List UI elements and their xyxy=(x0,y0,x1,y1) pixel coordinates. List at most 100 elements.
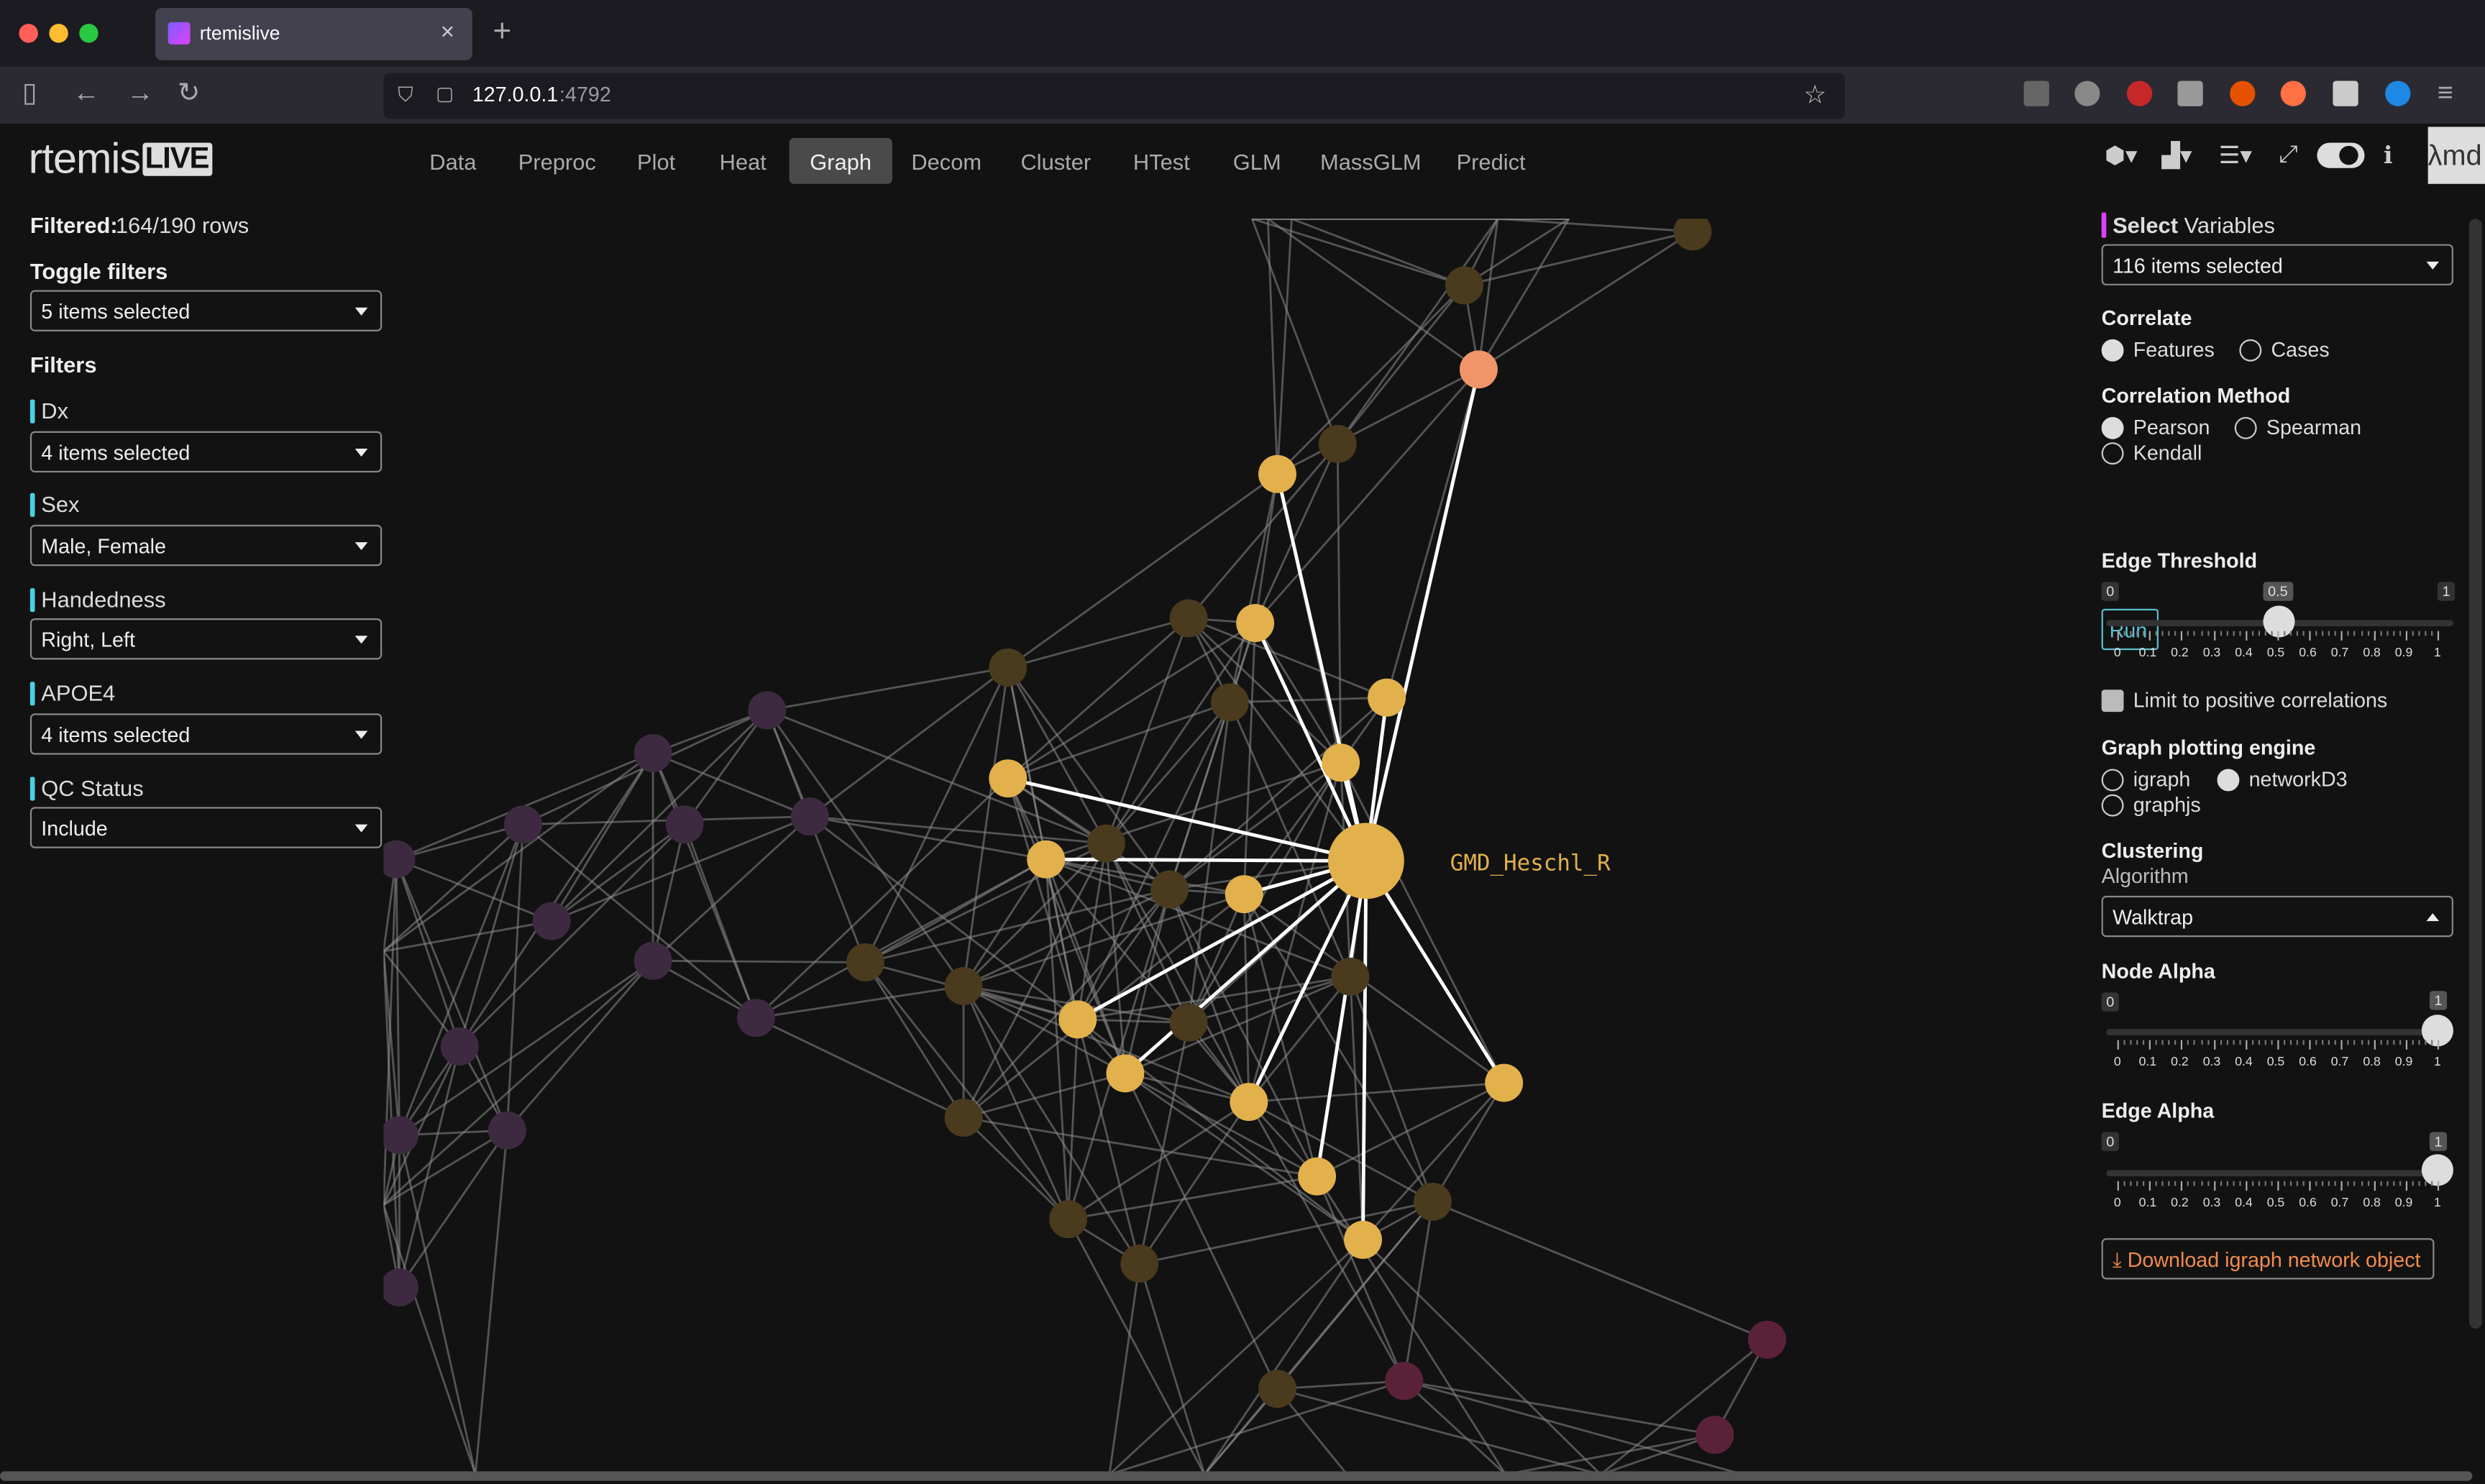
extension-globe-icon[interactable] xyxy=(2074,81,2100,106)
graph-node[interactable] xyxy=(1120,1245,1159,1283)
graph-node[interactable] xyxy=(1318,424,1357,463)
graph-node[interactable] xyxy=(665,805,704,844)
graph-node[interactable] xyxy=(1236,604,1275,643)
limit-positive-checkbox[interactable] xyxy=(2101,690,2124,713)
graph-node[interactable] xyxy=(440,1027,479,1066)
theme-toggle[interactable] xyxy=(2317,142,2365,168)
radio-graphjs[interactable] xyxy=(2101,794,2124,817)
graph-node[interactable] xyxy=(1027,840,1066,879)
graph-node[interactable] xyxy=(944,967,983,1006)
radio-networkd3[interactable] xyxy=(2217,769,2240,792)
nav-tab-heat[interactable]: Heat xyxy=(699,138,787,184)
graph-node[interactable] xyxy=(488,1111,526,1150)
bookmark-star-icon[interactable]: ☆ xyxy=(1803,79,1826,111)
close-tab-icon[interactable]: × xyxy=(441,19,454,45)
graph-node[interactable] xyxy=(1322,743,1360,782)
back-icon[interactable]: ← xyxy=(73,78,99,108)
graph-node[interactable] xyxy=(846,943,884,981)
graph-node[interactable] xyxy=(1258,454,1296,493)
graph-node[interactable] xyxy=(736,999,775,1038)
graph-node[interactable] xyxy=(633,733,672,772)
select-variables-dropdown[interactable]: 116 items selected xyxy=(2101,244,2453,285)
nav-tab-htest[interactable]: HTest xyxy=(1112,138,1210,184)
algorithm-select[interactable]: Walktrap xyxy=(2101,895,2453,938)
graph-node[interactable] xyxy=(503,805,542,844)
graph-node[interactable] xyxy=(1298,1157,1337,1196)
wrench-icon[interactable] xyxy=(2023,81,2049,106)
extension-grid-icon[interactable] xyxy=(2177,81,2203,106)
graph-node[interactable] xyxy=(1344,1220,1382,1259)
browser-tab[interactable]: rtemislive × xyxy=(155,8,472,60)
graph-node[interactable] xyxy=(790,797,829,836)
address-bar[interactable]: ⛉ ▢ 127.0.0.1 :4792 ☆ xyxy=(383,73,1845,119)
graph-node[interactable] xyxy=(1673,219,1712,251)
nav-tab-glm[interactable]: GLM xyxy=(1212,138,1301,184)
graph-node[interactable] xyxy=(1049,1200,1088,1239)
extension-blue-icon[interactable] xyxy=(2385,81,2411,106)
graph-node[interactable] xyxy=(748,691,787,730)
graph-node[interactable] xyxy=(1459,350,1498,389)
radio-kendall[interactable] xyxy=(2101,442,2124,465)
radio-spearman[interactable] xyxy=(2234,416,2257,439)
nav-tab-data[interactable]: Data xyxy=(409,138,497,184)
graph-node[interactable] xyxy=(383,840,416,879)
filter-handedness-select[interactable]: Right, Left xyxy=(29,618,383,660)
radio-igraph[interactable] xyxy=(2101,769,2124,792)
graph-node[interactable] xyxy=(944,1099,983,1137)
filter-apoe4-select[interactable]: 4 items selected xyxy=(29,713,383,755)
horizontal-scrollbar[interactable] xyxy=(0,1471,2473,1481)
graph-node[interactable] xyxy=(1414,1183,1452,1221)
filter-sex-select[interactable]: Male, Female xyxy=(29,524,383,567)
graph-node[interactable] xyxy=(1230,1083,1268,1122)
graph-node[interactable] xyxy=(1368,678,1406,717)
radio-pearson[interactable] xyxy=(2101,416,2124,439)
list-dropdown-icon[interactable]: ☰▾ xyxy=(2219,141,2252,169)
graph-node[interactable] xyxy=(1150,870,1189,909)
cube-dropdown-icon[interactable]: ⬢▾ xyxy=(2105,141,2137,169)
expand-icon[interactable]: ⤢ xyxy=(2279,141,2297,168)
graph-node[interactable] xyxy=(1385,1362,1424,1401)
menu-icon[interactable]: ≡ xyxy=(2438,78,2453,108)
forward-icon[interactable]: → xyxy=(127,78,153,108)
graph-node[interactable] xyxy=(633,941,672,980)
radio-features[interactable] xyxy=(2101,339,2124,362)
graph-node[interactable] xyxy=(1695,1416,1734,1455)
graph-node[interactable] xyxy=(1169,599,1208,638)
nav-tab-preproc[interactable]: Preproc xyxy=(498,138,616,184)
nav-tab-graph[interactable]: Graph xyxy=(789,137,892,184)
nav-tab-plot[interactable]: Plot xyxy=(616,138,695,184)
graph-node[interactable] xyxy=(1106,1054,1145,1093)
filter-dx-select[interactable]: 4 items selected xyxy=(29,431,383,473)
minimize-window-button[interactable] xyxy=(49,24,68,43)
nav-tab-cluster[interactable]: Cluster xyxy=(1000,138,1112,184)
sidebar-toggle-icon[interactable]: ▯ xyxy=(22,78,37,108)
extension-orange-icon[interactable] xyxy=(2280,81,2306,106)
graph-node[interactable] xyxy=(1485,1063,1524,1102)
chart-dropdown-icon[interactable]: ▟▾ xyxy=(2161,141,2192,169)
info-icon[interactable]: ℹ xyxy=(2384,141,2393,169)
node-alpha-track[interactable] xyxy=(2106,1029,2453,1035)
extension-doc-icon[interactable] xyxy=(2333,81,2358,106)
graph-node[interactable] xyxy=(989,759,1028,798)
graph-node[interactable] xyxy=(1258,1370,1296,1409)
new-tab-button[interactable]: + xyxy=(493,14,511,51)
graph-node-focus[interactable] xyxy=(1328,823,1404,899)
filter-qc-select[interactable]: Include xyxy=(29,807,383,848)
ublock-icon[interactable] xyxy=(2126,81,2153,106)
edge-alpha-track[interactable] xyxy=(2106,1170,2453,1177)
graph-node[interactable] xyxy=(532,902,571,940)
vertical-scrollbar[interactable] xyxy=(2468,219,2482,1329)
download-igraph-button[interactable]: ⤓ Download igraph network object xyxy=(2101,1238,2435,1280)
toggle-filters-select[interactable]: 5 items selected xyxy=(29,290,383,331)
graph-node[interactable] xyxy=(1748,1320,1787,1359)
graph-node[interactable] xyxy=(383,1116,418,1155)
close-window-button[interactable] xyxy=(19,24,38,43)
graph-node[interactable] xyxy=(1087,824,1125,863)
shield-icon[interactable]: ⛉ xyxy=(398,83,413,108)
nav-tab-predict[interactable]: Predict xyxy=(1436,138,1546,184)
reload-icon[interactable]: ↻ xyxy=(178,78,200,108)
graph-node[interactable] xyxy=(1225,875,1263,914)
graph-node[interactable] xyxy=(1210,683,1249,722)
graph-node[interactable] xyxy=(1445,266,1484,305)
nav-tab-massglm[interactable]: MassGLM xyxy=(1299,138,1442,184)
